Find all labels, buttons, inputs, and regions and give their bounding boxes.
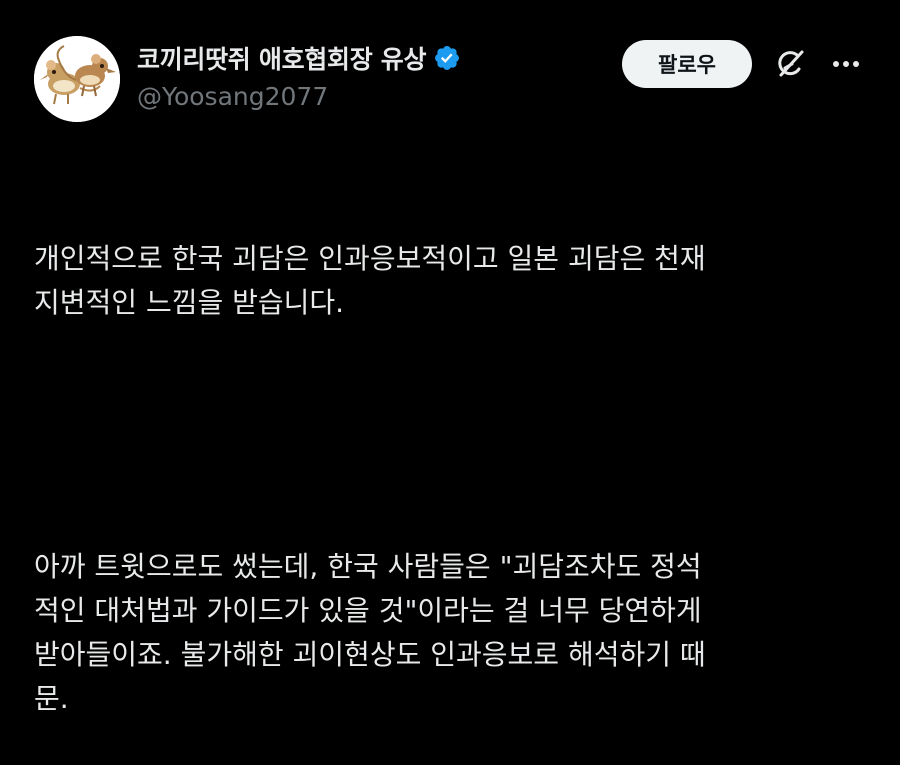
- verified-badge-icon[interactable]: [433, 44, 461, 72]
- grok-icon[interactable]: [772, 46, 808, 82]
- avatar[interactable]: [34, 36, 120, 122]
- post-paragraph: 아까 트윗으로도 썼는데, 한국 사람들은 "괴담조차도 정석 적인 대처법과 …: [34, 550, 706, 715]
- author-display-name[interactable]: 코끼리땃쥐 애호협회장 유상: [137, 40, 427, 76]
- follow-button[interactable]: 팔로우: [622, 40, 752, 88]
- author-name-row[interactable]: 코끼리땃쥐 애호협회장 유상: [137, 40, 461, 76]
- elephant-shrew-avatar-icon: [34, 36, 120, 122]
- more-icon[interactable]: [826, 46, 866, 82]
- post-text: 개인적으로 한국 괴담은 인과응보적이고 일본 괴담은 천재 지변적인 느낌을 …: [34, 149, 874, 765]
- post-paragraph: 개인적으로 한국 괴담은 인과응보적이고 일본 괴담은 천재 지변적인 느낌을 …: [34, 242, 706, 319]
- post-header: 코끼리땃쥐 애호협회장 유상 @Yoosang2077 팔로우: [34, 36, 866, 122]
- author-handle[interactable]: @Yoosang2077: [137, 82, 328, 111]
